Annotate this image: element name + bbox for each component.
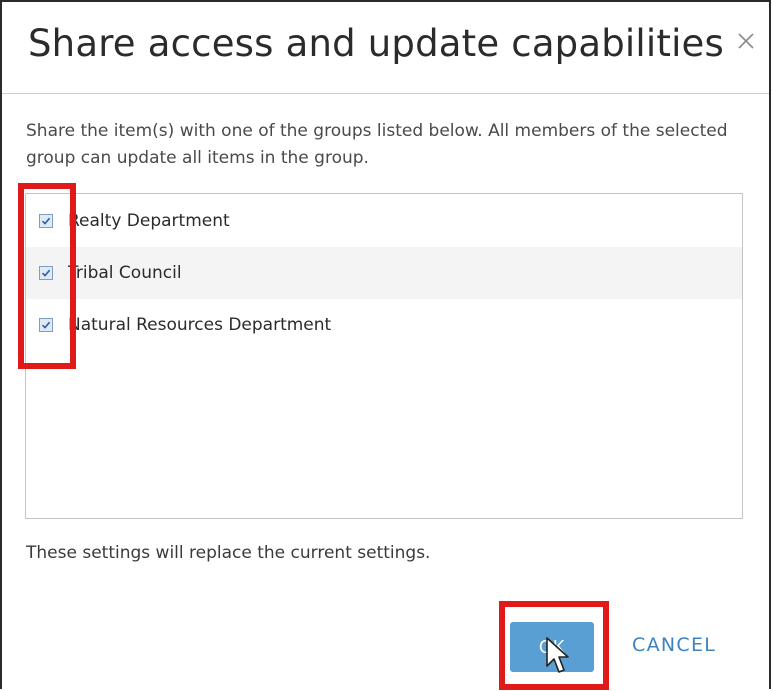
- group-checkbox-natural-resources[interactable]: [39, 318, 53, 332]
- check-icon: [41, 217, 51, 225]
- ok-button[interactable]: OK: [510, 622, 594, 672]
- check-icon: [41, 321, 51, 329]
- share-dialog: Share access and update capabilities Sha…: [0, 0, 771, 690]
- check-icon: [41, 269, 51, 277]
- close-icon[interactable]: [731, 26, 761, 56]
- footer-note: These settings will replace the current …: [26, 543, 431, 563]
- group-list: Realty Department Tribal Council Natural…: [25, 193, 743, 519]
- group-checkbox-tribal-council[interactable]: [39, 266, 53, 280]
- group-checkbox-realty[interactable]: [39, 214, 53, 228]
- group-label-tribal-council: Tribal Council: [68, 263, 182, 283]
- group-row-natural-resources[interactable]: Natural Resources Department: [26, 299, 742, 351]
- group-row-realty[interactable]: Realty Department: [26, 195, 742, 247]
- dialog-description: Share the item(s) with one of the groups…: [26, 121, 728, 168]
- group-label-realty: Realty Department: [68, 211, 230, 231]
- dialog-title: Share access and update capabilities: [28, 22, 724, 65]
- title-divider: [2, 93, 769, 94]
- group-row-tribal-council[interactable]: Tribal Council: [26, 247, 742, 299]
- group-label-natural-resources: Natural Resources Department: [68, 315, 332, 335]
- cancel-button[interactable]: CANCEL: [632, 634, 716, 656]
